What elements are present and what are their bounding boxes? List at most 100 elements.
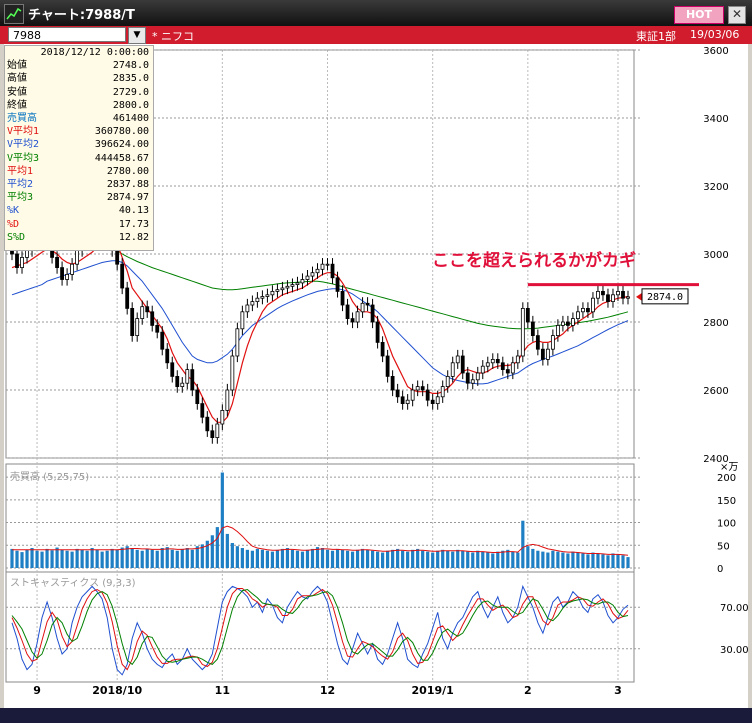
volume-bar [350, 551, 355, 568]
price-tick-label: 2600 [703, 386, 728, 397]
candle-body [120, 263, 125, 289]
candle-body [395, 389, 400, 398]
company-name: * ニフコ [152, 30, 194, 43]
ohlc-row: 高値 2835.0 [5, 72, 153, 85]
volume-bar [446, 550, 450, 568]
candle-body [270, 290, 275, 296]
candle-body [15, 253, 19, 268]
candle-body [155, 324, 160, 333]
window-title: チャート:7988/T [28, 8, 135, 23]
volume-bar [401, 550, 405, 568]
volume-bar [175, 550, 179, 568]
volume-tick-label: 150 [717, 496, 736, 507]
ohlc-value: 17.73 [118, 218, 149, 230]
chart-window: チャート:7988/T HOT ✕ 7988 ▼ * ニフコ 東証1部 19/0… [0, 0, 752, 723]
candle-body [560, 321, 565, 326]
volume-bar [190, 549, 194, 568]
candle-body [340, 290, 345, 306]
volume-bar [626, 557, 630, 568]
volume-bar [300, 551, 305, 568]
volume-bar [90, 548, 94, 568]
candle-body [335, 277, 340, 292]
volume-bar [145, 548, 149, 568]
candle-body [566, 321, 570, 326]
candle-body [626, 296, 630, 299]
symbol-bar: 7988 ▼ * ニフコ 東証1部 19/03/06 [0, 26, 752, 44]
candle-body [440, 386, 445, 398]
ohlc-value: 2800.0 [112, 99, 149, 111]
ohlc-label: 売買高 [7, 113, 37, 125]
ohlc-row: 終値 2800.0 [5, 99, 153, 112]
volume-bar [240, 548, 244, 568]
ohlc-label: 始値 [7, 60, 27, 72]
candle-body [500, 362, 505, 370]
volume-unit-label: ×万 [720, 462, 738, 473]
candle-body [75, 250, 80, 265]
volume-bar [295, 550, 300, 568]
ohlc-label: 終値 [7, 99, 27, 111]
x-tick-label: 2019/1 [412, 684, 454, 697]
volume-bar [340, 549, 345, 568]
ohlc-row: V平均1 360780.00 [5, 125, 153, 138]
price-tick-label: 3600 [703, 46, 728, 57]
symbol-dropdown-button[interactable]: ▼ [128, 27, 146, 44]
volume-bar [396, 548, 400, 568]
chart-app-icon [4, 4, 24, 24]
volume-bar [541, 551, 545, 568]
candle-body [130, 307, 135, 336]
volume-bar [556, 551, 560, 568]
candle-body [20, 256, 24, 268]
candle-body [315, 268, 320, 274]
candle-body [170, 362, 175, 377]
candle-body [355, 311, 360, 323]
ohlc-row: %K 40.13 [5, 204, 153, 217]
ohlc-label: V平均1 [7, 126, 40, 138]
volume-bar [130, 548, 134, 568]
volume-bar [431, 552, 435, 568]
volume-bar [280, 548, 285, 568]
volume-bar [391, 549, 395, 568]
candle-body [616, 290, 620, 296]
volume-bar [536, 550, 540, 568]
ohlc-row: S%D 12.82 [5, 231, 153, 244]
volume-bar [496, 551, 500, 568]
candle-body [385, 355, 390, 377]
symbol-code-input[interactable]: 7988 [8, 27, 126, 42]
volume-bar [601, 554, 605, 568]
candle-body [360, 302, 365, 313]
volume-bar [426, 551, 430, 568]
volume-bar [245, 549, 249, 568]
ohlc-info-panel: 2018/12/12 0:00:00 始値 2748.0 高値 2835.0 安値 272… [4, 45, 154, 251]
ohlc-value: 461400 [112, 113, 149, 125]
ohlc-value: 12.82 [118, 231, 149, 243]
candle-body [495, 358, 500, 364]
volume-bar [330, 550, 335, 568]
ohlc-row: 平均1 2780.00 [5, 165, 153, 178]
candle-body [265, 294, 270, 297]
stoch-line-pct-d [11, 588, 629, 671]
candle-body [150, 311, 155, 326]
candle-body [210, 430, 215, 438]
candle-body [145, 306, 150, 313]
volume-bar [100, 551, 104, 568]
bottom-scroll-bar[interactable] [0, 708, 752, 723]
candle-body [225, 389, 230, 411]
current-date: 19/03/06 [690, 28, 740, 41]
price-tick-label: 2800 [703, 318, 728, 329]
candle-body [135, 318, 140, 337]
candle-body [515, 355, 520, 364]
x-tick-label: 2018/10 [92, 684, 142, 697]
candle-body [425, 389, 430, 401]
price-tick-label: 3400 [703, 114, 728, 125]
ohlc-label: 平均2 [7, 179, 34, 191]
volume-bar [451, 551, 455, 568]
close-button[interactable]: ✕ [728, 6, 746, 24]
volume-bar [85, 550, 89, 568]
volume-bar [586, 554, 590, 568]
ohlc-value: 2835.0 [112, 73, 149, 85]
volume-bar [285, 548, 290, 568]
volume-bar [15, 550, 19, 568]
candle-body [65, 273, 69, 280]
hot-button[interactable]: HOT [674, 6, 724, 24]
volume-bar [370, 550, 375, 568]
